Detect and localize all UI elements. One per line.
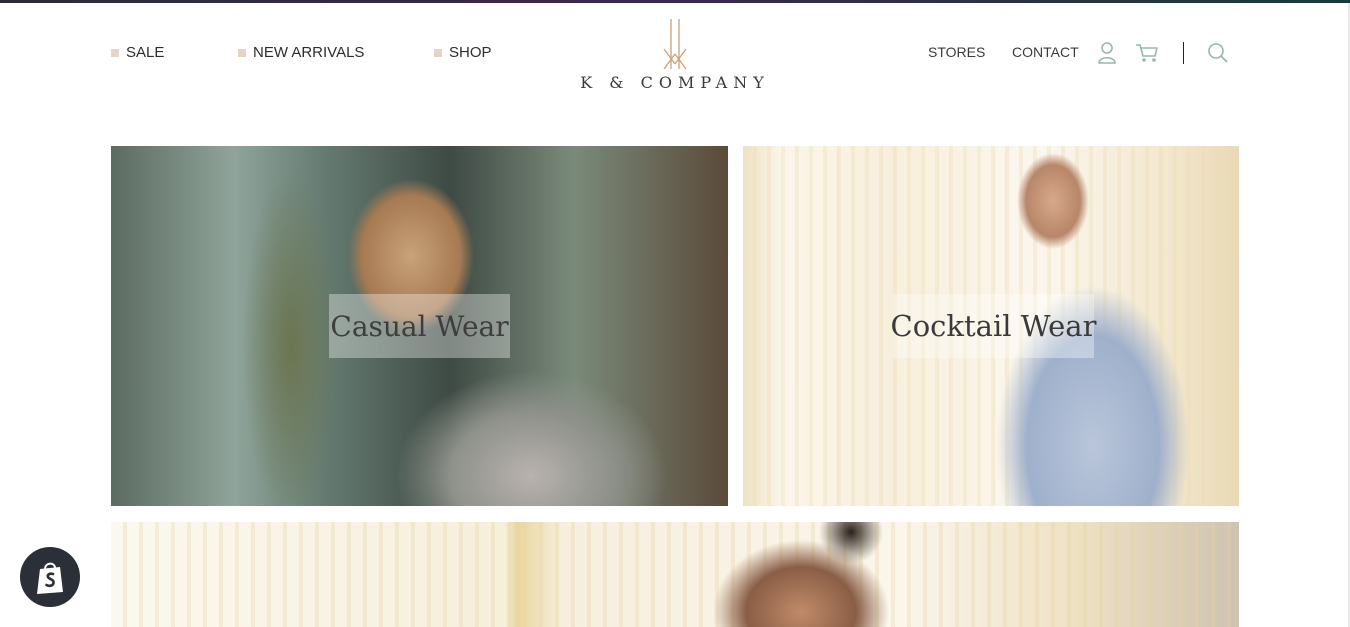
nav-bullet <box>111 48 119 57</box>
cart-icon[interactable] <box>1135 43 1159 68</box>
nav-item-stores[interactable]: STORES <box>928 44 985 60</box>
user-icon[interactable] <box>1098 42 1116 69</box>
nav-bullet <box>238 48 246 57</box>
tile-label-casual-wear: Casual Wear <box>329 294 510 358</box>
nav-item-label: SHOP <box>449 44 492 61</box>
shopify-badge[interactable] <box>20 547 80 607</box>
shopify-bag-icon <box>37 562 63 594</box>
top-accent-line <box>0 0 1350 3</box>
nav-item-label: SALE <box>126 44 165 61</box>
category-tile-third[interactable] <box>111 522 1239 627</box>
nav-item-shop[interactable]: SHOP <box>434 44 492 61</box>
nav-item-sale[interactable]: SALE <box>111 44 164 61</box>
tile-label-cocktail-wear: Cocktail Wear <box>891 294 1096 358</box>
logo-wordmark: K & COMPANY <box>580 73 770 92</box>
search-icon[interactable] <box>1207 42 1229 69</box>
nav-bullet <box>434 48 442 57</box>
logo-mark-icon <box>663 19 687 70</box>
header-divider <box>1183 42 1184 64</box>
nav-item-new-arrivals[interactable]: NEW ARRIVALS <box>238 44 364 61</box>
nav-item-label: NEW ARRIVALS <box>253 44 365 61</box>
nav-item-contact[interactable]: CONTACT <box>1012 44 1079 60</box>
category-tile-cocktail-wear[interactable]: Cocktail Wear <box>743 146 1239 506</box>
category-tile-casual-wear[interactable]: Casual Wear <box>111 146 728 506</box>
brand-logo[interactable]: K & COMPANY <box>560 17 790 95</box>
